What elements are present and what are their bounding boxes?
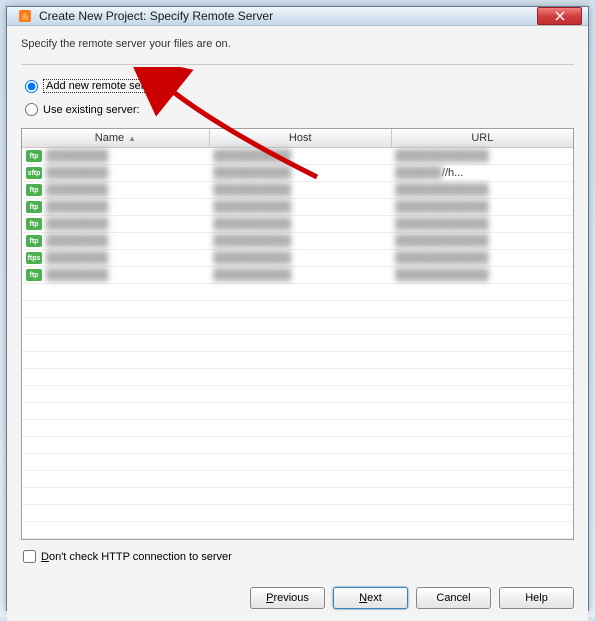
column-header-host[interactable]: Host (209, 129, 391, 148)
empty-row (22, 471, 573, 488)
empty-row (22, 454, 573, 471)
column-header-url[interactable]: URL (391, 129, 573, 148)
empty-row (22, 301, 573, 318)
titlebar[interactable]: Create New Project: Specify Remote Serve… (7, 7, 588, 26)
empty-row (22, 505, 573, 522)
radio-add-new-label: Add new remote server (43, 79, 163, 93)
divider (21, 64, 574, 65)
ftp-icon: ftp (26, 235, 42, 247)
app-icon (17, 8, 33, 24)
radio-add-new-input[interactable] (25, 80, 38, 93)
empty-row (22, 369, 573, 386)
checkbox-dont-check-http-label: Don't check HTTP connection to server (41, 551, 232, 563)
help-button[interactable]: Help (499, 587, 574, 609)
empty-row (22, 352, 573, 369)
table-row[interactable]: ftps██████████████████████████████ (22, 250, 573, 267)
empty-row (22, 522, 573, 539)
column-header-name[interactable]: Name▲ (22, 129, 209, 148)
server-table: Name▲ Host URL ftp██████████████████████… (22, 129, 573, 539)
radio-option-use-existing[interactable]: Use existing server: (25, 103, 574, 116)
previous-button[interactable]: Previous (250, 587, 325, 609)
checkbox-dont-check-http[interactable]: Don't check HTTP connection to server (23, 550, 574, 563)
empty-row (22, 284, 573, 301)
next-button[interactable]: Next (333, 587, 408, 609)
radio-option-add-new[interactable]: Add new remote server (25, 79, 574, 93)
sftp-icon: sftp (26, 167, 42, 179)
ftp-icon: ftp (26, 218, 42, 230)
ftps-icon: ftps (26, 252, 42, 264)
empty-row (22, 437, 573, 454)
table-row[interactable]: sftp████████████████████████//h... (22, 165, 573, 182)
sort-indicator-icon: ▲ (128, 134, 136, 143)
instruction-text: Specify the remote server your files are… (21, 38, 574, 50)
radio-use-existing-label: Use existing server: (43, 104, 140, 116)
dialog-content: Specify the remote server your files are… (7, 26, 588, 577)
checkbox-dont-check-http-input[interactable] (23, 550, 36, 563)
ftp-icon: ftp (26, 150, 42, 162)
empty-row (22, 386, 573, 403)
dialog-title: Create New Project: Specify Remote Serve… (39, 9, 537, 23)
empty-row (22, 420, 573, 437)
button-bar: Previous Next Cancel Help (7, 577, 588, 621)
close-button[interactable] (537, 7, 582, 25)
table-row[interactable]: ftp██████████████████████████████ (22, 233, 573, 250)
server-table-container: Name▲ Host URL ftp██████████████████████… (21, 128, 574, 540)
table-row[interactable]: ftp██████████████████████████████ (22, 199, 573, 216)
table-row[interactable]: ftp██████████████████████████████ (22, 216, 573, 233)
table-row[interactable]: ftp██████████████████████████████ (22, 267, 573, 284)
empty-row (22, 488, 573, 505)
table-row[interactable]: ftp██████████████████████████████ (22, 148, 573, 165)
cancel-button[interactable]: Cancel (416, 587, 491, 609)
empty-row (22, 335, 573, 352)
table-row[interactable]: ftp██████████████████████████████ (22, 182, 573, 199)
empty-row (22, 403, 573, 420)
radio-use-existing-input[interactable] (25, 103, 38, 116)
ftp-icon: ftp (26, 269, 42, 281)
empty-row (22, 318, 573, 335)
ftp-icon: ftp (26, 201, 42, 213)
ftp-icon: ftp (26, 184, 42, 196)
dialog-window: Create New Project: Specify Remote Serve… (6, 6, 589, 611)
